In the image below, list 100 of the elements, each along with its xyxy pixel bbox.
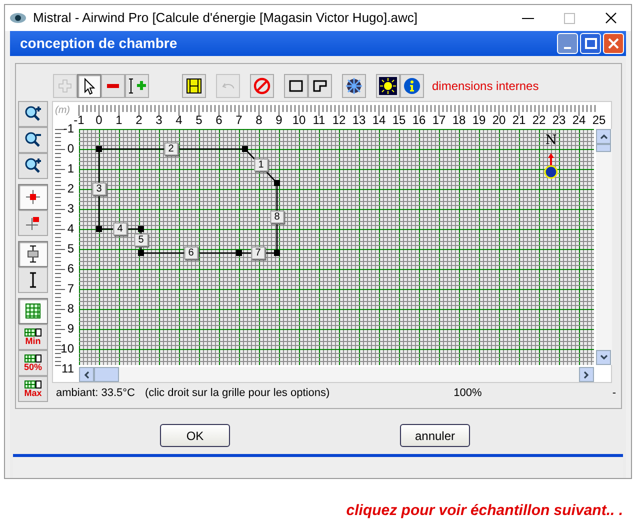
undo-icon bbox=[222, 82, 234, 90]
ruler-label: 25 bbox=[592, 114, 606, 127]
ruler-label: 23 bbox=[552, 114, 566, 127]
ruler-label: 4 bbox=[176, 114, 182, 127]
ruler-label: 18 bbox=[452, 114, 466, 127]
ruler-label: 5 bbox=[67, 242, 74, 256]
wall-number[interactable]: 1 bbox=[254, 158, 268, 172]
scroll-down-button[interactable] bbox=[596, 350, 611, 365]
ruler-label: 24 bbox=[572, 114, 586, 127]
tool-button[interactable] bbox=[125, 74, 149, 98]
next-sample-link[interactable]: cliquez pour voir échantillon suivant.. . bbox=[346, 500, 623, 522]
ruler-label: 7 bbox=[67, 282, 74, 296]
wall-number[interactable]: 8 bbox=[270, 210, 284, 224]
wall-number[interactable]: 3 bbox=[92, 182, 106, 196]
scrollbar-thumb[interactable] bbox=[94, 367, 119, 382]
maximize-button[interactable] bbox=[580, 33, 601, 54]
dialog-button[interactable]: annuler bbox=[400, 424, 470, 447]
tool-button[interactable] bbox=[18, 241, 48, 267]
eye-logo-icon bbox=[9, 11, 27, 25]
ruler-label: 2 bbox=[67, 182, 74, 196]
ruler-label: 2 bbox=[136, 114, 142, 127]
ruler-label: 6 bbox=[216, 114, 222, 127]
tool-button[interactable] bbox=[376, 74, 400, 98]
wall-number[interactable]: 4 bbox=[113, 222, 127, 236]
ruler-label: 17 bbox=[432, 114, 446, 127]
tool-button[interactable]: 50% bbox=[18, 350, 48, 376]
chevron-down-icon bbox=[600, 355, 608, 360]
ruler-label: 1 bbox=[67, 162, 74, 176]
scrollbar-thumb[interactable] bbox=[596, 144, 611, 152]
ruler-label: 19 bbox=[472, 114, 486, 127]
ruler-label: 11 bbox=[312, 114, 326, 127]
close-button[interactable] bbox=[603, 33, 624, 54]
close-icon bbox=[608, 38, 619, 49]
ruler-label: 7 bbox=[236, 114, 242, 127]
ruler-label: 0 bbox=[67, 142, 74, 156]
plus-icon bbox=[56, 77, 74, 95]
ruler-label: 12 bbox=[332, 114, 346, 127]
ruler-label: 9 bbox=[276, 114, 282, 127]
tool-button[interactable]: Max bbox=[18, 376, 48, 402]
tool-button[interactable]: Min bbox=[18, 324, 48, 350]
window-title: Mistral - Airwind Pro [Calcule d'énergie [Magasin Victor Hugo].awc] bbox=[33, 9, 418, 28]
tool-button[interactable] bbox=[18, 153, 48, 179]
horizontal-scrollbar[interactable] bbox=[79, 367, 594, 382]
chevron-left-icon bbox=[84, 370, 89, 378]
minus-icon bbox=[107, 84, 119, 88]
zoom-out-icon bbox=[24, 131, 42, 149]
zoom-level: 100% bbox=[454, 386, 482, 401]
ruler-label: 13 bbox=[352, 114, 366, 127]
grid-page-icon bbox=[24, 354, 42, 363]
point-icon bbox=[24, 188, 42, 206]
tool-button[interactable] bbox=[400, 74, 424, 98]
compass-icon bbox=[544, 153, 558, 179]
info-icon bbox=[403, 77, 421, 95]
grid-page-icon bbox=[24, 328, 42, 337]
forbidden-icon bbox=[253, 77, 271, 95]
status-extra: - bbox=[612, 386, 616, 401]
ruler-label: 9 bbox=[67, 322, 74, 336]
wall-number[interactable]: 5 bbox=[134, 234, 148, 246]
snowflake-icon bbox=[345, 77, 363, 95]
ruler-label: 10 bbox=[60, 342, 74, 356]
ruler-label: 4 bbox=[67, 222, 74, 236]
wall-number[interactable]: 7 bbox=[251, 246, 265, 260]
wall-number[interactable]: 6 bbox=[184, 246, 198, 260]
insert-icon bbox=[128, 77, 146, 95]
sun-icon bbox=[379, 77, 397, 95]
chevron-right-icon bbox=[584, 370, 589, 378]
close-icon[interactable] bbox=[605, 12, 617, 24]
ruler-label: 5 bbox=[196, 114, 202, 127]
tool-button[interactable] bbox=[77, 74, 101, 98]
flag-icon bbox=[24, 214, 42, 232]
scroll-left-button[interactable] bbox=[79, 367, 94, 382]
dialog-button[interactable]: OK bbox=[160, 424, 230, 447]
ruler-label: 8 bbox=[256, 114, 262, 127]
tool-button[interactable] bbox=[308, 74, 332, 98]
status-hint: (clic droit sur la grille pour les options) bbox=[145, 386, 330, 401]
minimize-button[interactable] bbox=[557, 33, 578, 54]
wall-number[interactable]: 2 bbox=[164, 142, 178, 156]
mode-label: dimensions internes bbox=[432, 78, 539, 95]
tool-button[interactable] bbox=[182, 74, 206, 98]
ruler-label: 3 bbox=[156, 114, 162, 127]
tool-button[interactable] bbox=[18, 127, 48, 153]
tool-button[interactable] bbox=[284, 74, 308, 98]
ruler-label: 22 bbox=[532, 114, 546, 127]
ruler-label: 14 bbox=[372, 114, 386, 127]
scroll-right-button[interactable] bbox=[579, 367, 594, 382]
tool-button[interactable] bbox=[342, 74, 366, 98]
tool-button[interactable] bbox=[18, 267, 48, 293]
grid-icon bbox=[24, 302, 42, 320]
dialog-title: conception de chambre bbox=[20, 34, 178, 53]
zoom-in-icon bbox=[24, 157, 42, 175]
ruler-label: -1 bbox=[63, 122, 74, 136]
grid-page-icon bbox=[24, 380, 42, 389]
vertical-scrollbar[interactable] bbox=[596, 129, 612, 365]
scroll-up-button[interactable] bbox=[596, 129, 611, 144]
ruler-label: 1 bbox=[116, 114, 122, 127]
north-label: N bbox=[545, 132, 557, 150]
tool-button[interactable] bbox=[18, 101, 48, 127]
ruler-label: 16 bbox=[412, 114, 426, 127]
ruler-label: -1 bbox=[74, 114, 84, 127]
unit-label: (m) bbox=[55, 104, 70, 118]
